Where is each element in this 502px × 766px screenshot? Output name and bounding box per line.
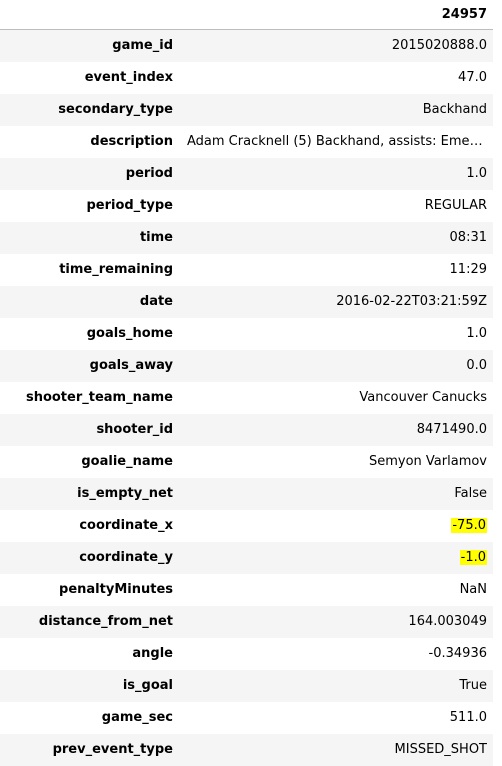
table-row: angle -0.34936 xyxy=(0,637,493,670)
table-row: penaltyMinutes NaN xyxy=(0,573,493,606)
table-row: shooter_team_name Vancouver Canucks xyxy=(0,381,493,414)
row-label: game_id xyxy=(112,38,173,54)
row-label: goals_home xyxy=(86,326,173,341)
row-value-cell: -1.0 xyxy=(181,542,493,574)
row-value: 2016-02-22T03:21:59Z xyxy=(336,294,487,309)
row-value-cell: Vancouver Canucks xyxy=(181,382,493,414)
row-value-cell: NaN xyxy=(181,574,493,606)
row-label: penaltyMinutes xyxy=(59,582,173,597)
table-row: period_type REGULAR xyxy=(0,189,493,222)
table-row: is_empty_net False xyxy=(0,477,493,510)
row-value-cell: True xyxy=(181,670,493,702)
table-row: shooter_id 8471490.0 xyxy=(0,413,493,446)
row-label: prev_event_type xyxy=(52,742,173,757)
column-header: 24957 xyxy=(181,0,493,30)
table-row: period 1.0 xyxy=(0,157,493,190)
row-value: 164.003049 xyxy=(408,614,487,629)
table-row: coordinate_y -1.0 xyxy=(0,541,493,574)
row-value-cell: Adam Cracknell (5) Backhand, assists: Em… xyxy=(181,126,493,158)
row-value-cell: 1.0 xyxy=(181,318,493,350)
highlighted-value: -75.0 xyxy=(451,518,487,533)
row-value: 511.0 xyxy=(449,710,487,725)
table-row: is_goal True xyxy=(0,669,493,702)
row-value-cell: 11:29 xyxy=(181,254,493,286)
row-value-cell: -75.0 xyxy=(181,510,493,542)
table-row: goals_home 1.0 xyxy=(0,317,493,350)
row-value-cell: 1.0 xyxy=(181,158,493,190)
row-value: 8471490.0 xyxy=(416,422,487,437)
row-value: Semyon Varlamov xyxy=(368,454,487,469)
row-label: coordinate_y xyxy=(79,550,173,565)
row-label: period xyxy=(125,166,173,181)
table-row: distance_from_net 164.003049 xyxy=(0,605,493,638)
row-value: 0.0 xyxy=(466,358,487,373)
row-label: is_goal xyxy=(122,678,173,693)
row-label: date xyxy=(139,294,173,309)
row-label: event_index xyxy=(84,70,173,85)
row-value-cell: REGULAR xyxy=(181,190,493,222)
row-value-cell: False xyxy=(181,478,493,510)
row-label: shooter_team_name xyxy=(25,390,173,405)
table-row: game_sec 511.0 xyxy=(0,701,493,734)
row-label: game_sec xyxy=(101,710,173,725)
row-label: goals_away xyxy=(89,358,173,373)
table-row: description Adam Cracknell (5) Backhand, … xyxy=(0,125,493,158)
row-value-cell: 08:31 xyxy=(181,222,493,254)
table-header: 24957 xyxy=(0,0,493,30)
table-row: goalie_name Semyon Varlamov xyxy=(0,445,493,478)
row-label: distance_from_net xyxy=(38,614,173,629)
row-value-cell: 2015020888.0 xyxy=(181,30,493,62)
row-value-cell: 2016-02-22T03:21:59Z xyxy=(181,286,493,318)
index-header-cell xyxy=(0,0,181,30)
row-value: 47.0 xyxy=(458,70,487,85)
row-value-cell: Backhand xyxy=(181,94,493,126)
row-value-cell: 0.0 xyxy=(181,350,493,382)
row-value-cell: 8471490.0 xyxy=(181,414,493,446)
table-row: coordinate_x -75.0 xyxy=(0,509,493,542)
row-value-cell: MISSED_SHOT xyxy=(181,734,493,766)
row-value-cell: -0.34936 xyxy=(181,638,493,670)
row-value: MISSED_SHOT xyxy=(394,742,487,757)
row-label: secondary_type xyxy=(58,102,173,117)
dataframe-table: 24957 game_id 2015020888.0 event_index 47.0… xyxy=(0,0,493,766)
row-label: goalie_name xyxy=(81,454,173,469)
row-value-cell: 47.0 xyxy=(181,62,493,94)
row-value: -0.34936 xyxy=(428,646,487,661)
table-row: time_remaining 11:29 xyxy=(0,253,493,286)
row-label: is_empty_net xyxy=(77,486,173,501)
row-value: Vancouver Canucks xyxy=(359,390,487,405)
row-value: 2015020888.0 xyxy=(391,38,487,54)
table-row: game_id 2015020888.0 xyxy=(0,29,493,62)
row-value-cell: Semyon Varlamov xyxy=(181,446,493,478)
row-label: time xyxy=(139,230,173,245)
row-value: False xyxy=(454,486,487,501)
row-value: 11:29 xyxy=(449,262,487,277)
table-row: prev_event_type MISSED_SHOT xyxy=(0,733,493,766)
row-value: Adam Cracknell (5) Backhand, assists: Em… xyxy=(187,134,493,149)
row-label: coordinate_x xyxy=(79,518,173,533)
header-row: 24957 xyxy=(0,0,493,30)
row-value-cell: 511.0 xyxy=(181,702,493,734)
row-label: period_type xyxy=(86,198,173,213)
row-value: REGULAR xyxy=(424,198,487,213)
row-value: NaN xyxy=(459,582,487,597)
row-value: 1.0 xyxy=(466,326,487,341)
row-label: angle xyxy=(132,646,173,661)
table-row: date 2016-02-22T03:21:59Z xyxy=(0,285,493,318)
table-row: time 08:31 xyxy=(0,221,493,254)
table-row: goals_away 0.0 xyxy=(0,349,493,382)
table-row: event_index 47.0 xyxy=(0,61,493,94)
row-label: shooter_id xyxy=(96,422,173,437)
highlighted-value: -1.0 xyxy=(459,550,487,565)
row-value: True xyxy=(459,678,487,693)
row-value: 08:31 xyxy=(449,230,487,245)
row-value: Backhand xyxy=(422,102,487,117)
row-label: description xyxy=(90,134,173,149)
row-value-cell: 164.003049 xyxy=(181,606,493,638)
row-label: time_remaining xyxy=(59,262,173,277)
table-row: secondary_type Backhand xyxy=(0,93,493,126)
table-body: game_id 2015020888.0 event_index 47.0 second… xyxy=(0,29,493,766)
row-value: 1.0 xyxy=(466,166,487,181)
